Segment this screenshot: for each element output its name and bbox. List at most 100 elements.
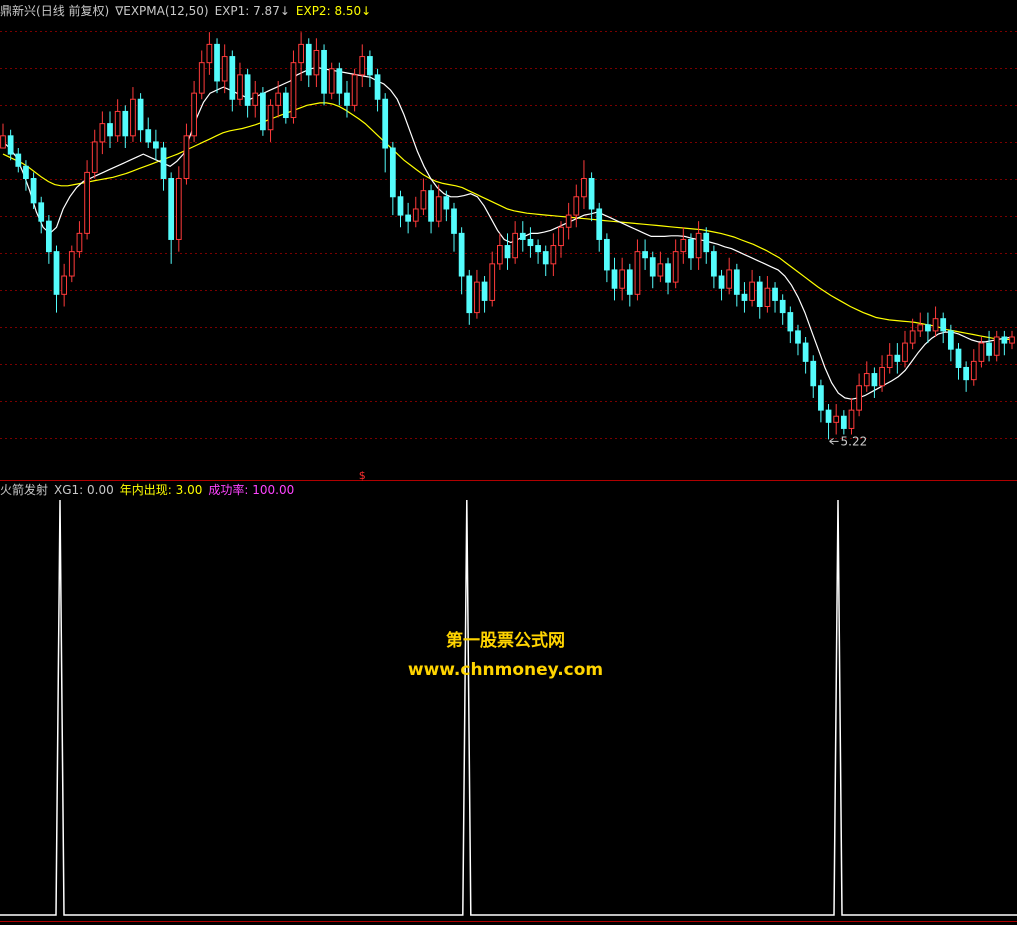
- period-label: (日线 前复权): [36, 4, 110, 18]
- candle-down: [344, 92, 350, 106]
- candle-up: [298, 43, 304, 64]
- candle-up: [848, 409, 855, 429]
- candle-down: [107, 123, 113, 137]
- candle-down: [153, 141, 159, 149]
- candle-up: [474, 281, 480, 314]
- candle-down: [542, 251, 549, 265]
- candle-down: [504, 245, 511, 259]
- candle-down: [718, 275, 725, 289]
- candle-up: [1009, 336, 1015, 344]
- candle-up: [420, 190, 427, 210]
- signal-panel-header: 火箭发射 XG1: 0.00 年内出现: 3.00 成功率: 100.00: [0, 482, 294, 498]
- candle-down: [23, 165, 29, 179]
- candle-up: [993, 336, 1000, 356]
- candle-down: [626, 269, 633, 295]
- candle-down: [145, 129, 152, 143]
- candle-up: [672, 251, 679, 283]
- candle-down: [611, 269, 618, 289]
- success-rate-label: 成功率:: [208, 483, 249, 497]
- candle-down: [481, 281, 488, 301]
- candle-down: [122, 110, 129, 137]
- yearly-count-value: 3.00: [175, 483, 203, 497]
- candle-down: [772, 287, 778, 301]
- candle-down: [260, 92, 266, 131]
- candle-up: [619, 269, 626, 289]
- candle-down: [382, 98, 389, 149]
- exp1-down-arrow-icon: ↓: [279, 4, 290, 18]
- candle-down: [955, 348, 962, 368]
- candle-up: [68, 251, 75, 277]
- signal-indicator-name[interactable]: 火箭发射: [0, 483, 48, 497]
- exp1-line: [2, 66, 1013, 400]
- candle-up: [550, 245, 557, 265]
- candle-down: [741, 293, 748, 301]
- candle-up: [313, 49, 320, 76]
- candle-down: [963, 366, 970, 381]
- success-rate-value: 100.00: [252, 483, 295, 497]
- candle-up: [573, 196, 580, 216]
- candle-down: [795, 330, 801, 344]
- low-price-label: 5.22: [841, 434, 868, 448]
- candle-up: [978, 342, 985, 362]
- stock-name: 鼎新兴: [0, 4, 37, 18]
- candle-down: [45, 220, 52, 253]
- candle-up: [863, 373, 870, 387]
- candle-up: [489, 263, 496, 301]
- candle-down: [374, 74, 381, 100]
- candle-up: [99, 123, 106, 143]
- candle-up: [833, 415, 840, 423]
- candle-down: [802, 342, 809, 362]
- candle-down: [7, 135, 14, 155]
- candle-down: [443, 196, 450, 210]
- candle-up: [221, 56, 228, 82]
- chart-canvas[interactable]: 5.22 $: [0, 0, 1017, 925]
- candle-up: [328, 68, 335, 94]
- candle-down: [871, 373, 878, 387]
- candle-up: [130, 98, 136, 137]
- candle-down: [214, 43, 220, 82]
- candle-up: [764, 287, 771, 308]
- xg1-label: XG1:: [54, 483, 84, 497]
- candle-down: [168, 177, 175, 240]
- candle-down: [535, 245, 541, 253]
- indicator-name[interactable]: EXPMA(12,50): [123, 4, 208, 18]
- candle-up: [198, 62, 205, 94]
- candle-up: [726, 269, 733, 289]
- exp1-line-group: [2, 66, 1013, 400]
- candle-down: [940, 318, 947, 332]
- candle-up: [970, 360, 977, 381]
- candle-down: [779, 299, 786, 314]
- candle-down: [389, 147, 396, 198]
- xg1-signal-line: [0, 499, 1017, 916]
- annotation-group: 5.22 $: [359, 434, 867, 482]
- candle-down: [336, 68, 343, 94]
- candle-down: [367, 56, 373, 76]
- exp1-label: EXP1:: [214, 4, 250, 18]
- candle-down: [818, 385, 824, 411]
- exp1-value: 7.87: [253, 4, 280, 18]
- candle-up: [290, 62, 297, 119]
- exp2-down-arrow-icon: ↓: [361, 4, 372, 18]
- candle-down: [53, 251, 60, 295]
- candle-up: [917, 324, 924, 332]
- candle-up: [581, 177, 587, 198]
- yearly-count-label: 年内出现:: [119, 483, 172, 497]
- candle-down: [925, 324, 931, 332]
- candle-up: [496, 245, 503, 265]
- candle-down: [1001, 336, 1008, 344]
- candle-up: [932, 318, 939, 332]
- candle-down: [642, 251, 648, 259]
- candle-up: [206, 43, 213, 64]
- candle-up: [634, 251, 641, 295]
- candle-down: [604, 238, 610, 271]
- candle-down: [649, 257, 656, 277]
- candle-down: [688, 238, 694, 259]
- exp2-line-group: [2, 102, 1012, 340]
- watermark-title: 第一股票公式网: [446, 631, 565, 651]
- candle-up: [886, 354, 893, 368]
- candle-down: [519, 232, 526, 240]
- candle-up: [61, 275, 68, 295]
- candle-down: [733, 269, 740, 295]
- candle-down: [810, 360, 817, 387]
- candle-down: [451, 208, 457, 234]
